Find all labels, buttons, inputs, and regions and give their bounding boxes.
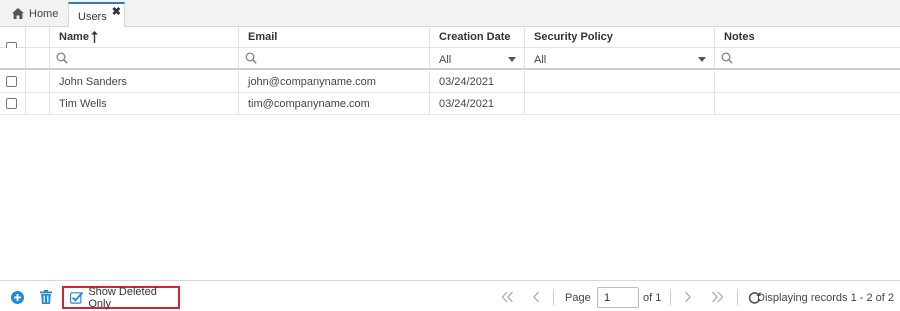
row-checkbox[interactable] [6, 76, 17, 87]
cell-name: Tim Wells [50, 93, 239, 114]
home-icon [12, 8, 24, 19]
previous-page-icon[interactable] [533, 292, 539, 302]
chevron-down-icon [698, 57, 706, 62]
close-icon[interactable]: ✖ [112, 5, 121, 18]
row-spacer-cell [26, 93, 50, 114]
page-count-label: of 1 [643, 292, 662, 304]
tab-users-label: Users [78, 11, 107, 23]
creation-date-filter-select[interactable]: All [430, 48, 525, 68]
last-page-icon[interactable] [712, 292, 723, 302]
grid-toolbar: Show Deleted Only Page of 1 Displaying r… [0, 280, 900, 311]
column-header-email[interactable]: Email [239, 27, 430, 47]
column-header-creation-date-label: Creation Date [439, 31, 511, 43]
tab-home[interactable]: Home [0, 0, 67, 27]
column-header-notes-label: Notes [724, 31, 755, 43]
row-select-cell [0, 71, 26, 92]
trash-icon[interactable] [40, 290, 52, 304]
security-policy-filter-value: All [534, 54, 547, 66]
row-checkbox[interactable] [6, 98, 17, 109]
table-row[interactable]: John Sanders john@companyname.com 03/24/… [0, 71, 900, 93]
cell-notes [715, 93, 900, 114]
tab-home-label: Home [29, 7, 59, 20]
search-icon [721, 52, 733, 64]
toolbar-separator [737, 289, 738, 305]
search-icon [245, 52, 257, 64]
page-label: Page [565, 292, 591, 304]
column-header-security-policy-label: Security Policy [534, 31, 613, 43]
cell-email: john@companyname.com [239, 71, 430, 92]
name-filter-input[interactable] [50, 48, 239, 68]
table-row[interactable]: Tim Wells tim@companyname.com 03/24/2021 [0, 93, 900, 115]
grid-header-row: Name Email Creation Date Security Policy… [0, 27, 900, 53]
first-page-icon[interactable] [502, 292, 513, 302]
column-header-security-policy[interactable]: Security Policy [525, 27, 715, 47]
column-header-creation-date[interactable]: Creation Date [430, 27, 525, 47]
displaying-records-label: Displaying records 1 - 2 of 2 [757, 292, 894, 304]
cell-email-value: john@companyname.com [248, 76, 376, 88]
toolbar-separator [553, 289, 554, 305]
notes-filter-input[interactable] [715, 48, 900, 68]
tab-bar: Home Users ✖ [0, 0, 900, 28]
grid-filter-row: All All [0, 48, 900, 70]
tab-users[interactable]: Users ✖ [68, 2, 125, 28]
cell-name: John Sanders [50, 71, 239, 92]
toolbar-separator [670, 289, 671, 305]
cell-notes [715, 71, 900, 92]
filter-spacer-cell [26, 48, 50, 68]
header-spacer-cell [26, 27, 50, 47]
column-header-name[interactable]: Name [50, 27, 239, 47]
checkbox-checked-icon [70, 291, 84, 304]
row-spacer-cell [26, 71, 50, 92]
row-select-cell [0, 93, 26, 114]
cell-email-value: tim@companyname.com [248, 98, 370, 110]
cell-security-policy [525, 93, 715, 114]
next-page-icon[interactable] [685, 292, 691, 302]
search-icon [56, 52, 68, 64]
show-deleted-only-toggle[interactable]: Show Deleted Only [62, 285, 180, 310]
show-deleted-only-label: Show Deleted Only [88, 285, 157, 310]
security-policy-filter-select[interactable]: All [525, 48, 715, 68]
cell-security-policy [525, 71, 715, 92]
header-select-cell [0, 27, 26, 53]
add-circle-icon[interactable] [11, 291, 24, 304]
filter-select-cell [0, 48, 26, 68]
chevron-down-icon [508, 57, 516, 62]
column-header-notes[interactable]: Notes [715, 27, 900, 47]
cell-creation-date-value: 03/24/2021 [439, 76, 495, 88]
page-number-input[interactable] [597, 287, 639, 308]
cell-creation-date-value: 03/24/2021 [439, 98, 495, 110]
column-header-email-label: Email [248, 31, 278, 43]
cell-creation-date: 03/24/2021 [430, 93, 525, 114]
cell-email: tim@companyname.com [239, 93, 430, 114]
cell-name-value: Tim Wells [59, 98, 107, 110]
email-filter-input[interactable] [239, 48, 430, 68]
creation-date-filter-value: All [439, 54, 452, 66]
cell-creation-date: 03/24/2021 [430, 71, 525, 92]
cell-name-value: John Sanders [59, 76, 127, 88]
sort-ascending-icon [91, 31, 98, 43]
column-header-name-label: Name [59, 31, 89, 43]
